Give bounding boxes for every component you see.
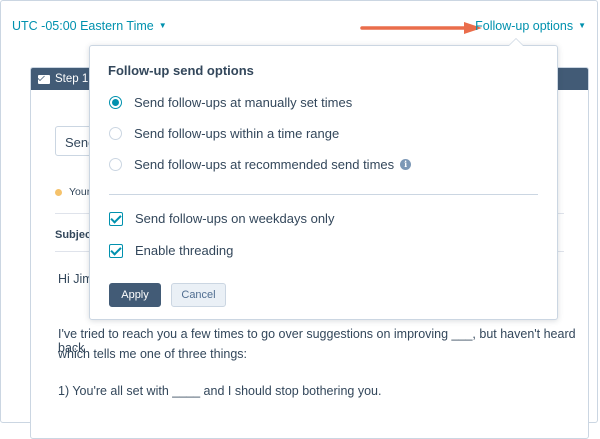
divider: [109, 194, 538, 195]
radio-selected-icon[interactable]: [109, 96, 122, 109]
arrow-annotation-icon: [360, 22, 482, 34]
email-line[interactable]: which tells me one of three things:: [58, 347, 247, 361]
step-title: Step 1: [55, 73, 89, 85]
email-greeting[interactable]: Hi Jim: [58, 272, 93, 286]
checkbox-label: Enable threading: [135, 243, 234, 258]
apply-button[interactable]: Apply: [109, 283, 161, 307]
checkbox-checked-icon[interactable]: [109, 211, 123, 226]
envelope-icon: [38, 74, 50, 84]
followup-options-label: Follow-up options: [475, 19, 574, 33]
caret-down-icon: ▼: [158, 21, 167, 30]
checkbox-label: Send follow-ups on weekdays only: [135, 211, 335, 226]
checkbox-checked-icon[interactable]: [109, 243, 123, 258]
status-text: Your: [69, 186, 91, 198]
popover-title: Follow-up send options: [108, 63, 254, 78]
checkbox-enable-threading[interactable]: Enable threading: [109, 243, 233, 258]
cancel-button[interactable]: Cancel: [171, 283, 226, 307]
radio-time-range[interactable]: Send follow-ups within a time range: [109, 126, 339, 141]
radio-recommended-times[interactable]: Send follow-ups at recommended send time…: [109, 157, 412, 172]
radio-unselected-icon[interactable]: [109, 127, 122, 140]
timezone-dropdown[interactable]: UTC -05:00 Eastern Time ▼: [12, 19, 167, 33]
radio-manual-times[interactable]: Send follow-ups at manually set times: [109, 95, 352, 110]
status-dot: [55, 189, 62, 196]
radio-label: Send follow-ups at manually set times: [134, 95, 353, 110]
radio-unselected-icon[interactable]: [109, 158, 122, 171]
email-line[interactable]: 1) You're all set with ____ and I should…: [58, 384, 381, 398]
info-icon[interactable]: i: [400, 159, 412, 170]
checkbox-weekdays-only[interactable]: Send follow-ups on weekdays only: [109, 211, 334, 226]
followup-options-dropdown[interactable]: Follow-up options ▼: [475, 19, 586, 33]
radio-label: Send follow-ups at recommended send time…: [134, 157, 395, 172]
caret-down-icon: ▼: [578, 21, 586, 30]
followup-options-popover: Follow-up send options Send follow-ups a…: [89, 38, 558, 320]
timezone-label: UTC -05:00 Eastern Time: [12, 19, 154, 33]
radio-label: Send follow-ups within a time range: [134, 126, 340, 141]
